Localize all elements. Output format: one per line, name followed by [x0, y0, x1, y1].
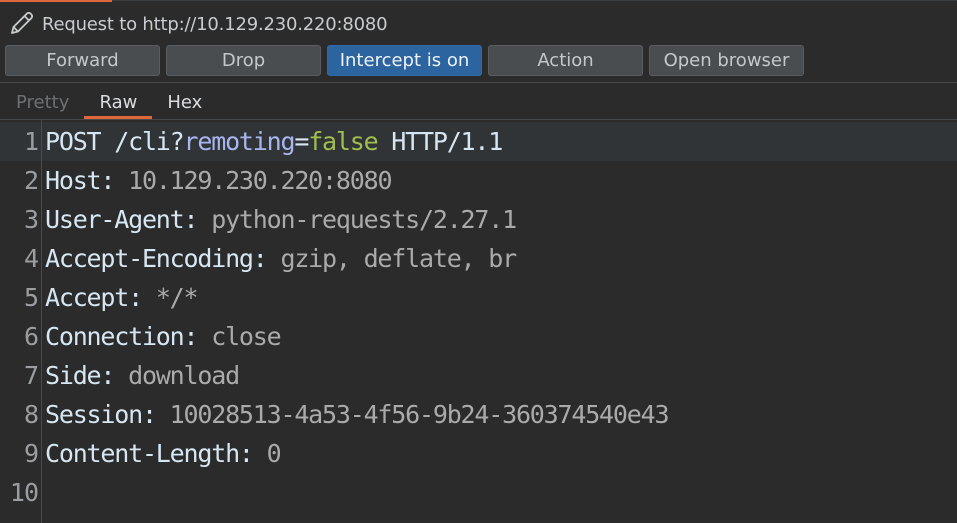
line-number: 7 — [23, 361, 39, 390]
header-line: 5 Accept: */* — [0, 278, 957, 317]
header-line: 9 Content-Length: 0 — [0, 434, 957, 473]
header-line: 3 User-Agent: python-requests/2.27.1 — [0, 200, 957, 239]
header-content[interactable]: Accept-Encoding: gzip, deflate, br — [45, 244, 517, 273]
header-value: python-requests/2.27.1 — [197, 205, 517, 234]
http-method: POST — [45, 127, 102, 156]
line-number: 5 — [23, 283, 39, 312]
header-name: Host: — [45, 166, 115, 195]
header-value: */* — [141, 283, 199, 312]
drop-button[interactable]: Drop — [166, 45, 321, 76]
header-line: 2 Host: 10.129.230.220:8080 — [0, 161, 957, 200]
line-number: 9 — [23, 439, 39, 468]
header-name: Accept: — [45, 283, 143, 312]
request-title: Request to http://10.129.230.220:8080 — [42, 13, 388, 35]
header-value: 10028513-4a53-4f56-9b24-360374540e43 — [155, 400, 670, 429]
header-name: Connection: — [45, 322, 199, 351]
request-path: /cli? — [100, 127, 184, 156]
header-content[interactable]: Session: 10028513-4a53-4f56-9b24-3603745… — [45, 400, 670, 429]
tab-raw[interactable]: Raw — [84, 86, 153, 119]
http-protocol: HTTP/1.1 — [377, 127, 503, 156]
header-name: Content-Length: — [45, 439, 254, 468]
intercept-toolbar: Forward Drop Intercept is on Action Open… — [5, 45, 804, 76]
header-value: 0 — [252, 439, 282, 468]
header-content[interactable]: Host: 10.129.230.220:8080 — [45, 166, 392, 195]
open-browser-button[interactable]: Open browser — [649, 45, 804, 76]
query-equals: = — [294, 127, 309, 156]
header-name: Side: — [45, 361, 115, 390]
header-value: download — [114, 361, 240, 390]
tab-hex[interactable]: Hex — [152, 86, 217, 119]
header-value: close — [197, 322, 281, 351]
gutter-divider — [41, 120, 42, 523]
top-border — [0, 0, 957, 1]
header-line: 4 Accept-Encoding: gzip, deflate, br — [0, 239, 957, 278]
line-number: 3 — [23, 205, 39, 234]
header-content[interactable]: Connection: close — [45, 322, 282, 351]
header-content[interactable]: Side: download — [45, 361, 240, 390]
query-param-value: false — [308, 127, 378, 156]
header-line: 7 Side: download — [0, 356, 957, 395]
request-editor[interactable]: 1 POST /cli?remoting=false HTTP/1.1 2 Ho… — [0, 120, 957, 523]
line-number: 4 — [23, 244, 39, 273]
empty-line: 10 — [0, 473, 957, 512]
header-line: 6 Connection: close — [0, 317, 957, 356]
divider — [0, 82, 957, 83]
header-content[interactable]: Content-Length: 0 — [45, 439, 282, 468]
query-param-name: remoting — [183, 127, 296, 156]
header-content[interactable]: User-Agent: python-requests/2.27.1 — [45, 205, 517, 234]
header-content[interactable]: Accept: */* — [45, 283, 199, 312]
line-number: 10 — [9, 478, 39, 507]
request-line-content[interactable]: POST /cli?remoting=false HTTP/1.1 — [45, 127, 503, 156]
message-view-tabs: Pretty Raw Hex — [0, 86, 217, 120]
header-name: User-Agent: — [45, 205, 199, 234]
request-header: Request to http://10.129.230.220:8080 — [6, 9, 388, 39]
action-button[interactable]: Action — [488, 45, 643, 76]
line-number: 6 — [23, 322, 39, 351]
header-line: 8 Session: 10028513-4a53-4f56-9b24-36037… — [0, 395, 957, 434]
pencil-icon[interactable] — [6, 9, 36, 39]
line-number: 2 — [23, 166, 39, 195]
tab-pretty[interactable]: Pretty — [0, 86, 84, 119]
header-value: 10.129.230.220:8080 — [114, 166, 392, 195]
header-value: gzip, deflate, br — [266, 244, 517, 273]
line-number: 1 — [23, 127, 39, 156]
intercept-toggle-button[interactable]: Intercept is on — [327, 45, 482, 76]
header-name: Accept-Encoding: — [45, 244, 268, 273]
request-line: 1 POST /cli?remoting=false HTTP/1.1 — [0, 122, 957, 161]
active-tab-indicator — [0, 0, 112, 2]
line-number: 8 — [23, 400, 39, 429]
forward-button[interactable]: Forward — [5, 45, 160, 76]
header-name: Session: — [45, 400, 157, 429]
